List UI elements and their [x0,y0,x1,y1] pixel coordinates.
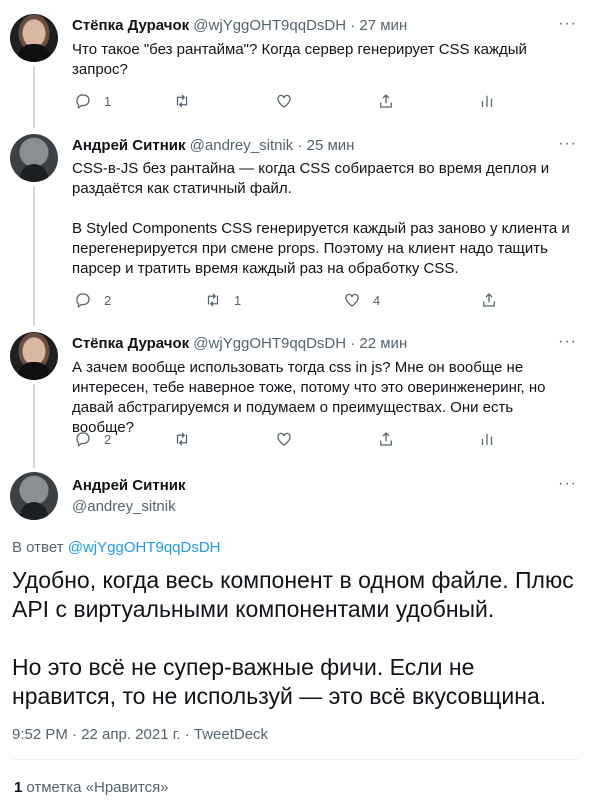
reply-button[interactable]: 1 [74,92,111,110]
retweet-icon [207,293,219,307]
author-meta[interactable]: @wjYggOHT9qqDsDH · 22 мин [193,335,407,352]
reply-to-line: В ответ @wjYggOHT9qqDsDH [12,539,221,556]
share-button[interactable] [377,92,395,110]
author-handle[interactable]: @andrey_sitnik [72,498,176,515]
reply-icon [76,293,90,309]
likes-summary[interactable]: 1 отметка «Нравится» [14,779,169,796]
more-options-icon[interactable]: ··· [558,476,577,492]
tweet-paragraph: В Styled Components CSS генерируется каж… [72,220,570,277]
retweet-button[interactable] [173,430,191,448]
timestamp[interactable]: 9:52 PM · 22 апр. 2021 г. · TweetDeck [12,726,268,743]
divider [12,759,579,760]
likes-label: отметка «Нравится» [26,779,169,796]
share-icon [380,432,392,446]
tweet-header: Стёпка Дурачок @wjYggOHT9qqDsDH · 22 мин [72,334,407,354]
likes-count: 1 [14,779,23,796]
tweet-text: А зачем вообще использовать тогда css in… [72,358,577,438]
tweet-paragraph: Удобно, когда весь компонент в одном фай… [12,567,574,622]
author-name[interactable]: Стёпка Дурачок [72,335,189,352]
share-button[interactable] [377,430,395,448]
reply-handle-link[interactable]: @wjYggOHT9qqDsDH [68,539,221,556]
analytics-button[interactable] [478,430,496,448]
share-icon [483,293,495,307]
retweet-icon [176,94,188,108]
heart-icon [277,94,291,108]
main-tweet-text: Удобно, когда весь компонент в одном фай… [12,566,582,711]
reply-count: 2 [104,292,112,308]
thread-line [33,66,35,128]
tweet-actions: 2 [72,430,512,450]
reply-count: 1 [104,93,112,109]
author-name[interactable]: Андрей Ситник [72,477,186,494]
tweet-header: Андрей Ситник @andrey_sitnik · 25 мин [72,136,354,156]
more-options-icon[interactable]: ··· [558,334,577,350]
more-options-icon[interactable]: ··· [558,136,577,152]
reply-button[interactable]: 2 [74,291,111,309]
analytics-button[interactable] [478,92,496,110]
main-author-name-line: Андрей Ситник [72,476,186,496]
avatar[interactable] [10,14,58,62]
tweet-paragraph: Но это всё не супер-важные фичи. Если не… [12,654,547,709]
avatar[interactable] [10,332,58,380]
tweet-actions: 1 [72,92,512,112]
reply-count: 2 [104,431,112,447]
like-button[interactable] [275,92,293,110]
reply-button[interactable]: 2 [74,430,111,448]
tweet-header: Стёпка Дурачок @wjYggOHT9qqDsDH · 27 мин [72,16,407,36]
tweet-actions: 2 1 4 [72,291,512,311]
avatar[interactable] [10,472,58,520]
tweet-text: Что такое "без рантайма"? Когда сервер г… [72,40,577,80]
analytics-icon [481,433,493,445]
main-author-handle-line: @andrey_sitnik [72,497,176,517]
author-name[interactable]: Стёпка Дурачок [72,17,189,34]
author-name[interactable]: Андрей Ситник [72,137,186,154]
tweet-text: CSS-в-JS без рантайна — когда CSS собира… [72,159,577,279]
reply-icon [76,94,90,110]
author-meta[interactable]: @andrey_sitnik · 25 мин [190,137,355,154]
tweet-paragraph: CSS-в-JS без рантайна — когда CSS собира… [72,160,550,197]
heart-icon [345,293,359,307]
reply-prefix: В ответ [12,539,64,556]
share-button[interactable] [480,291,498,309]
more-options-icon[interactable]: ··· [558,16,577,32]
retweet-button[interactable]: 1 [204,291,241,309]
tweet-paragraph: Что такое "без рантайма"? Когда сервер г… [72,41,527,78]
thread-line [33,186,35,326]
retweet-button[interactable] [173,92,191,110]
share-icon [380,94,392,108]
reply-icon [76,432,90,448]
avatar[interactable] [10,134,58,182]
thread-line [33,384,35,468]
like-count: 4 [373,292,381,308]
tweet-paragraph: А зачем вообще использовать тогда css in… [72,359,546,436]
like-button[interactable]: 4 [343,291,380,309]
author-meta[interactable]: @wjYggOHT9qqDsDH · 27 мин [193,17,407,34]
retweet-count: 1 [234,292,242,308]
retweet-icon [176,432,188,446]
heart-icon [277,432,291,446]
analytics-icon [481,95,493,107]
like-button[interactable] [275,430,293,448]
